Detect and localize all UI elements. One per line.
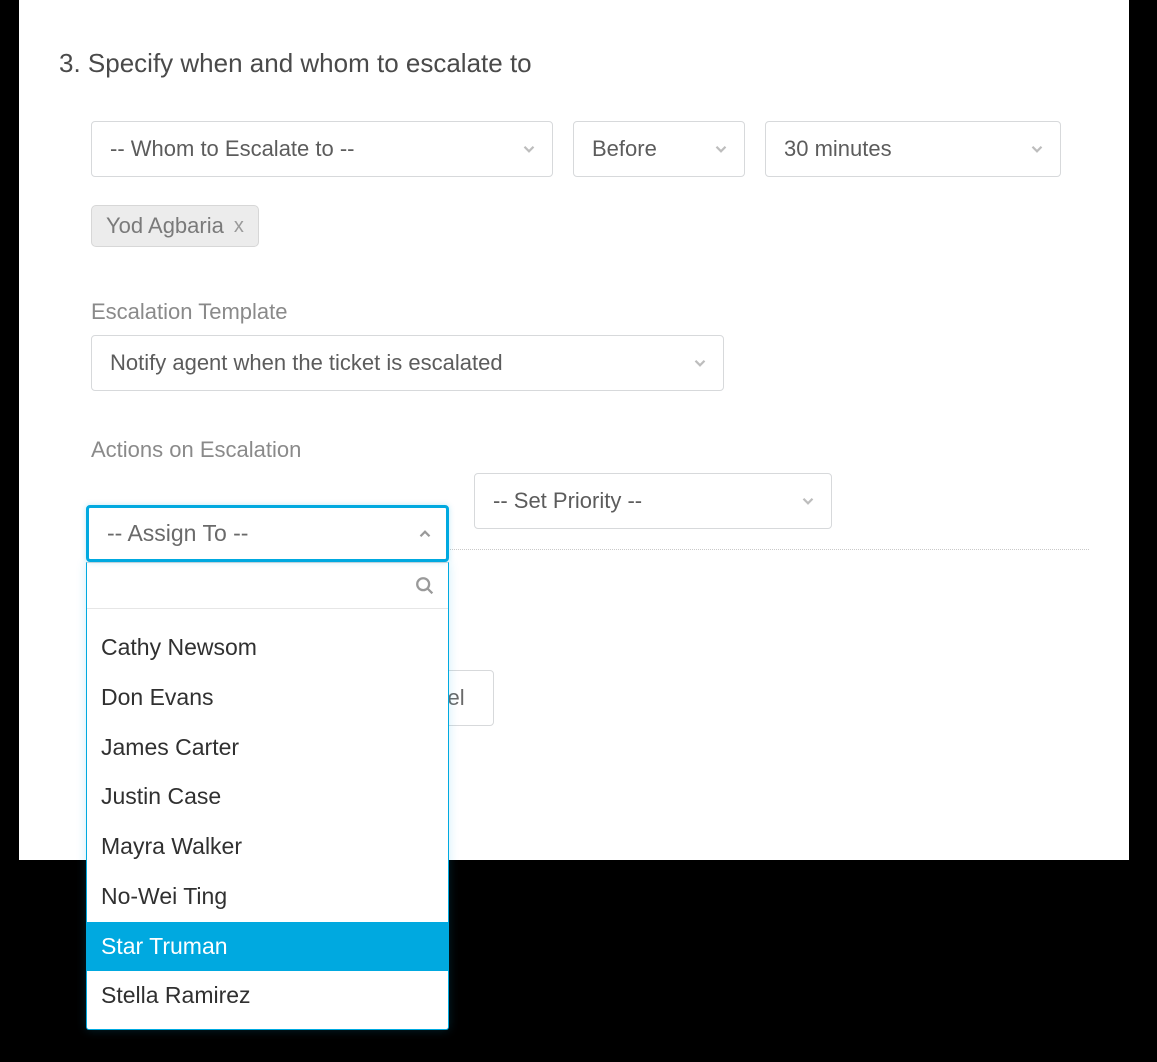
assign-options-list: Cathy NewsomDon EvansJames CarterJustin … [87,609,448,1029]
when-value: Before [592,136,657,162]
assign-option[interactable]: Don Evans [87,673,448,723]
template-block: Escalation Template Notify agent when th… [91,299,1089,391]
assign-option[interactable]: Cathy Newsom [87,623,448,673]
assign-search-row [87,563,448,609]
assign-option[interactable]: Mayra Walker [87,822,448,872]
assign-option[interactable]: James Carter [87,723,448,773]
assign-option[interactable]: Star Truman [87,922,448,972]
template-label: Escalation Template [91,299,1089,325]
assign-to-value: -- Assign To -- [107,520,248,547]
remove-chip-icon[interactable]: x [234,216,244,236]
section-heading: Specify when and whom to escalate to [88,48,532,78]
chevron-down-icon [799,492,817,510]
search-icon [414,575,436,597]
chip-label: Yod Agbaria [106,213,224,239]
whom-to-escalate-select[interactable]: -- Whom to Escalate to -- [91,121,553,177]
assign-to-menu: Cathy NewsomDon EvansJames CarterJustin … [86,562,449,1030]
section-title: 3. Specify when and whom to escalate to [59,48,1089,79]
priority-select[interactable]: -- Set Priority -- [474,473,832,529]
assign-option[interactable]: Stella Ramirez [87,971,448,1021]
assign-option[interactable]: Justin Case [87,772,448,822]
priority-value: -- Set Priority -- [493,488,642,514]
assign-option[interactable]: No-Wei Ting [87,872,448,922]
assign-search-input[interactable] [87,563,448,608]
chevron-down-icon [1028,140,1046,158]
duration-value: 30 minutes [784,136,892,162]
section-number: 3. [59,48,81,78]
template-value: Notify agent when the ticket is escalate… [110,350,503,376]
chevron-down-icon [520,140,538,158]
assign-to-dropdown: -- Assign To -- Cathy NewsomDon EvansJam… [86,505,449,1030]
chevron-down-icon [712,140,730,158]
chevron-down-icon [691,354,709,372]
escalatee-chip: Yod Agbaria x [91,205,259,247]
actions-label: Actions on Escalation [91,437,1089,463]
assign-to-select[interactable]: -- Assign To -- [86,505,449,562]
whom-to-escalate-value: -- Whom to Escalate to -- [110,136,355,162]
escalate-target-row: -- Whom to Escalate to -- Before 30 minu… [91,121,1089,177]
template-select[interactable]: Notify agent when the ticket is escalate… [91,335,724,391]
chevron-up-icon [416,525,434,543]
duration-select[interactable]: 30 minutes [765,121,1061,177]
when-select[interactable]: Before [573,121,745,177]
